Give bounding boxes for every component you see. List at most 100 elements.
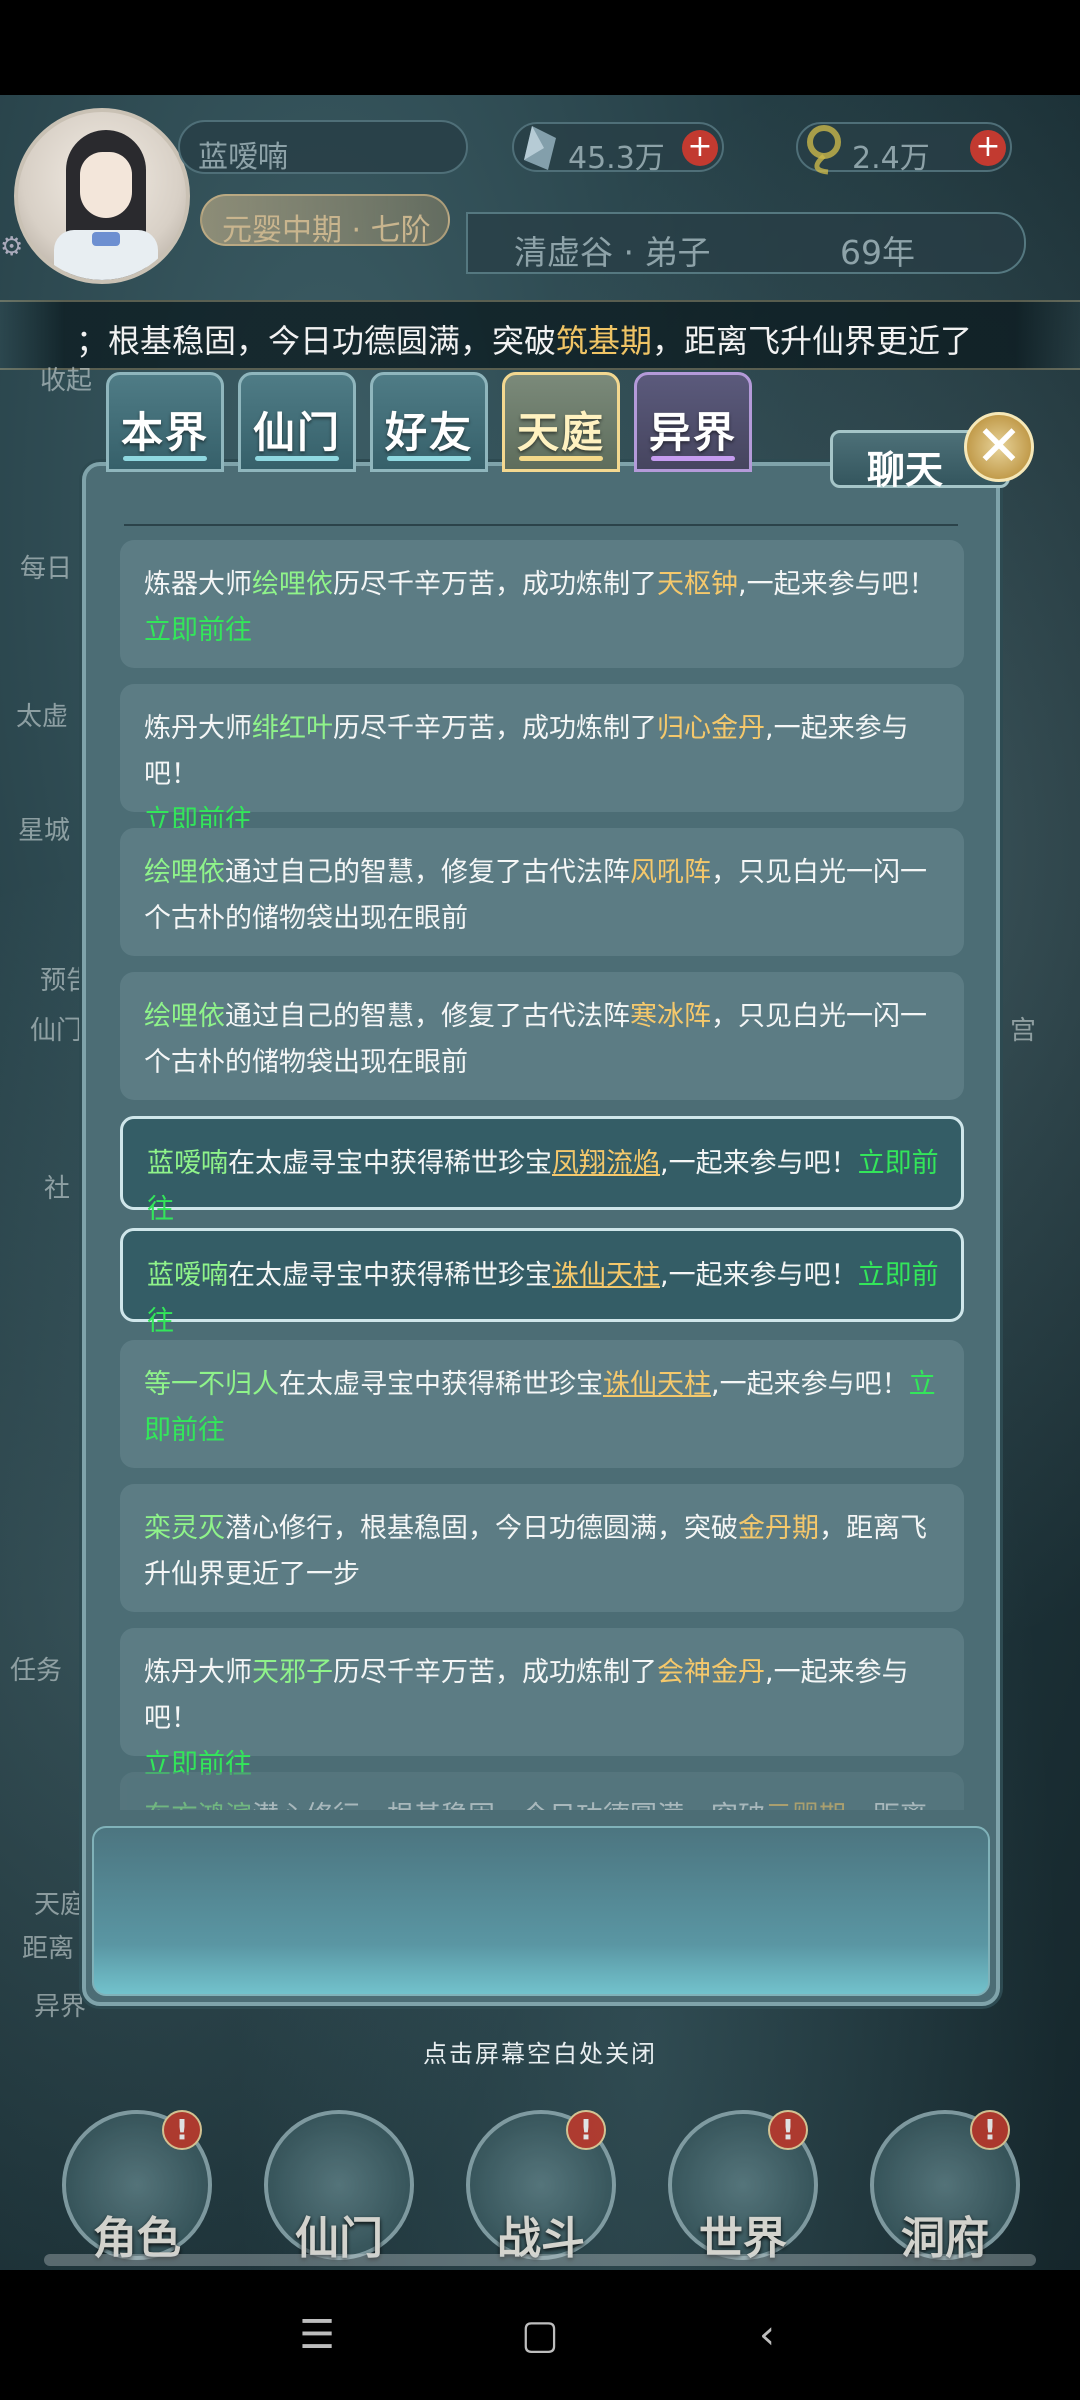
side-label-distance: 距离 (22, 1934, 75, 1964)
player-name-link[interactable]: 蓝嗳喃 (147, 1260, 228, 1291)
announcement-marquee: ；根基稳固，今日功德圆满，突破筑基期，距离飞升仙界更近了 (0, 300, 1080, 370)
item-link[interactable]: 凤翔流焰 (552, 1148, 660, 1179)
gear-icon[interactable]: ⚙ (0, 232, 28, 262)
spirit-stone-currency: 45.3万 + (512, 122, 724, 176)
add-spirit-stone-button[interactable]: + (682, 130, 718, 166)
tab-label: 异界 (648, 408, 737, 457)
cultivation-age: 69年 (840, 233, 915, 272)
chat-message: 等一不归人在太虚寻宝中获得稀世珍宝诛仙天柱,一起来参与吧！立即前往 (120, 1340, 964, 1468)
item-name: 风吼阵 (630, 857, 711, 888)
player-name-link[interactable]: 等一不归人 (144, 1369, 279, 1400)
add-jade-button[interactable]: + (970, 130, 1006, 166)
sect-info-bar: 清虚谷 · 弟子 69年 (466, 212, 1026, 274)
chat-message-list[interactable]: 炼器大师绘哩依历尽千辛万苦，成功炼制了天枢钟,一起来参与吧！立即前往 炼丹大师绯… (120, 540, 964, 1810)
chat-message: 炼器大师绘哩依历尽千辛万苦，成功炼制了天枢钟,一起来参与吧！ 立即前往 (120, 540, 964, 668)
chat-message-highlighted: 蓝嗳喃在太虚寻宝中获得稀世珍宝凤翔流焰,一起来参与吧！立即前往 (120, 1116, 964, 1225)
back-chevron-icon[interactable]: ‹ (740, 2308, 794, 2362)
chat-message: 栾灵灭潜心修行，根基稳固，今日功德圆满，突破金丹期，距离飞升仙界更近了一步 (120, 1484, 964, 1612)
tab-label: 天庭 (516, 408, 605, 457)
tab-other-realm[interactable]: 异界 (634, 372, 752, 472)
tab-friends[interactable]: 好友 (370, 372, 488, 472)
item-name: 寒冰阵 (630, 1001, 711, 1032)
tab-local-realm[interactable]: 本界 (106, 372, 224, 472)
item-link[interactable]: 诛仙天柱 (603, 1369, 711, 1400)
side-label-task: 任务 (10, 1656, 63, 1686)
notification-badge: ! (162, 2110, 202, 2150)
notification-badge: ! (566, 2110, 606, 2150)
crystal-icon (524, 126, 556, 170)
realm-text: 元婴中期 · 七阶 (222, 213, 431, 248)
realm-badge: 元婴中期 · 七阶 (200, 194, 450, 248)
scroll-indicator (44, 2254, 1036, 2266)
tab-label: 仙门 (252, 408, 341, 457)
chat-message-highlighted: 蓝嗳喃在太虚寻宝中获得稀世珍宝诛仙天柱,一起来参与吧！立即前往 (120, 1228, 964, 1337)
side-label-daily: 每日 (20, 554, 73, 584)
status-bar (0, 0, 1080, 95)
marquee-highlight: 筑基期 (556, 322, 653, 360)
player-name-link[interactable]: 绯红叶 (252, 713, 333, 744)
tab-sect[interactable]: 仙门 (238, 372, 356, 472)
square-icon[interactable]: ▢ (513, 2308, 567, 2362)
side-label-taixu: 太虚 (16, 702, 69, 732)
chat-message: 绘哩依通过自己的智慧，修复了古代法阵寒冰阵，只见白光一闪一个古朴的储物袋出现在眼… (120, 972, 964, 1100)
notification-badge: ! (768, 2110, 808, 2150)
player-name-link[interactable]: 绘哩依 (252, 569, 333, 600)
player-name-link[interactable]: 绘哩依 (144, 857, 225, 888)
nav-world[interactable]: ! 世界 (668, 2110, 818, 2264)
nav-sect[interactable]: 仙门 (264, 2110, 414, 2264)
menu-icon[interactable]: ☰ (290, 2308, 344, 2362)
player-name-link[interactable]: 蓝嗳喃 (147, 1148, 228, 1179)
chat-message: 炼丹大师天邪子历尽千辛万苦，成功炼制了会神金丹,一起来参与吧！ 立即前往 (120, 1628, 964, 1780)
avatar-bow (92, 232, 120, 246)
tab-underline (123, 456, 207, 461)
msg-text: 历尽千辛万苦，成功炼制了 (333, 569, 657, 600)
side-label-heaven: 天庭 (34, 1890, 87, 1920)
msg-prefix: 炼丹大师 (144, 1657, 252, 1688)
chat-message: 炼丹大师绯红叶历尽千辛万苦，成功炼制了归心金丹,一起来参与吧！ 立即前往 (120, 684, 964, 836)
item-name: 元婴期 (765, 1801, 846, 1810)
close-button[interactable]: ✕ (964, 412, 1034, 482)
player-name-link[interactable]: 栾灵灭 (144, 1513, 225, 1544)
player-name-link[interactable]: 绘哩依 (144, 1001, 225, 1032)
nav-cave-dwelling[interactable]: ! 洞府 (870, 2110, 1020, 2264)
tab-label: 本界 (120, 408, 209, 457)
side-label-sect: 仙门 (30, 1016, 83, 1046)
tab-underline (651, 456, 735, 461)
nav-battle[interactable]: ! 战斗 (466, 2110, 616, 2264)
side-label-palace: 宫 (1010, 1016, 1037, 1046)
chat-title: 聊天 (867, 447, 944, 492)
notification-badge: ! (970, 2110, 1010, 2150)
msg-prefix: 炼器大师 (144, 569, 252, 600)
spirit-stone-value: 45.3万 (568, 141, 665, 176)
close-hint-text: 点击屏幕空白处关闭 (423, 2040, 657, 2068)
chat-message: 东方鸿滨潜心修行，根基稳固，今日功德圆满，突破元婴期，距离飞升 (120, 1772, 964, 1810)
chat-message: 绘哩依通过自己的智慧，修复了古代法阵风吼阵，只见白光一闪一个古朴的储物袋出现在眼… (120, 828, 964, 956)
msg-text: ,一起来参与吧！ (660, 1148, 858, 1179)
marquee-prefix: ；根基稳固，今日功德圆满，突破 (76, 322, 557, 360)
chat-input-area[interactable] (92, 1826, 990, 1996)
nav-character[interactable]: ! 角色 (62, 2110, 212, 2264)
panel-divider (124, 524, 958, 526)
item-link[interactable]: 诛仙天柱 (552, 1260, 660, 1291)
go-now-link[interactable]: 立即前往 (144, 615, 252, 646)
tab-heavenly-court[interactable]: 天庭 (502, 372, 620, 472)
item-name: 归心金丹 (657, 713, 765, 744)
player-name-link[interactable]: 东方鸿滨 (144, 1801, 252, 1810)
jade-currency: 2.4万 + (796, 122, 1012, 176)
msg-text: 潜心修行，根基稳固，今日功德圆满，突破 (252, 1801, 765, 1810)
msg-text: 历尽千辛万苦，成功炼制了 (333, 1657, 657, 1688)
tab-underline (255, 456, 339, 461)
item-name: 天枢钟 (657, 569, 738, 600)
msg-text: 通过自己的智慧，修复了古代法阵 (225, 1001, 630, 1032)
tab-underline (387, 456, 471, 461)
close-icon: ✕ (975, 414, 1023, 479)
player-avatar[interactable] (14, 108, 190, 284)
tab-label: 好友 (384, 408, 473, 457)
msg-text: 在太虚寻宝中获得稀世珍宝 (228, 1260, 552, 1291)
system-navigation-bar: ☰ ▢ ‹ (0, 2270, 1080, 2400)
player-name-link[interactable]: 天邪子 (252, 1657, 333, 1688)
side-label-community: 社 (44, 1174, 71, 1204)
player-name-pill: 蓝嗳喃 (178, 120, 468, 175)
jade-value: 2.4万 (852, 141, 930, 176)
chat-panel: 炼器大师绘哩依历尽千辛万苦，成功炼制了天枢钟,一起来参与吧！立即前往 炼丹大师绯… (82, 462, 1000, 2006)
